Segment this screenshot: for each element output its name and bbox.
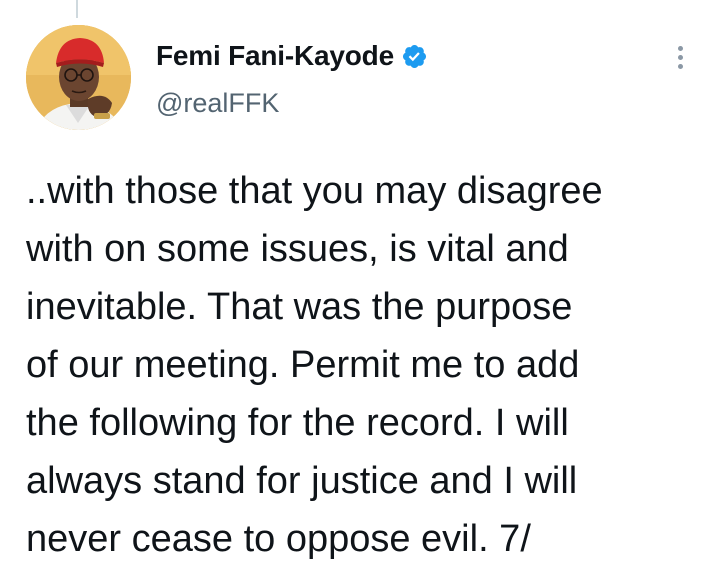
verified-badge-icon bbox=[401, 43, 428, 70]
author-display-name[interactable]: Femi Fani-Kayode bbox=[156, 40, 394, 72]
tweet-text: ..with those that you may disagree with … bbox=[26, 162, 706, 568]
author-handle[interactable]: @realFFK bbox=[156, 88, 279, 119]
tweet-text-line: the following for the record. I will bbox=[26, 402, 569, 444]
tweet-text-line: with on some issues, is vital and bbox=[26, 228, 569, 270]
thread-connector-line bbox=[76, 0, 78, 18]
tweet-text-line: ..with those that you may disagree bbox=[26, 170, 603, 212]
profile-photo-icon bbox=[26, 25, 131, 130]
more-vertical-icon bbox=[677, 45, 683, 51]
more-vertical-icon-dot bbox=[677, 63, 683, 69]
avatar[interactable] bbox=[26, 25, 131, 130]
more-vertical-icon-dot bbox=[677, 54, 683, 60]
more-options-button[interactable] bbox=[666, 40, 694, 74]
tweet-text-line: never cease to oppose evil. 7/ bbox=[26, 518, 531, 560]
author-name-row: Femi Fani-Kayode bbox=[156, 38, 428, 74]
tweet-text-line: of our meeting. Permit me to add bbox=[26, 344, 580, 386]
tweet-text-line: always stand for justice and I will bbox=[26, 460, 578, 502]
tweet-text-line: inevitable. That was the purpose bbox=[26, 286, 573, 328]
